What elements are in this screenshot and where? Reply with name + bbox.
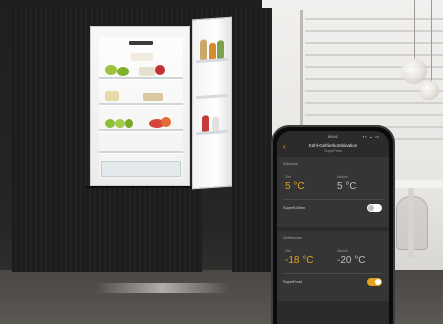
glass-shelf <box>99 103 183 105</box>
toggle-knob <box>368 205 374 211</box>
status-time: 09:41 <box>327 134 339 139</box>
bottle <box>212 116 219 131</box>
bottle <box>200 39 207 60</box>
current-label: Aktuell <box>337 175 348 179</box>
bottle <box>209 42 216 60</box>
fridge-interior <box>90 26 190 186</box>
blind-slat <box>305 30 443 32</box>
glass-shelf <box>99 129 183 131</box>
cabinet-left <box>12 8 88 272</box>
door-shelf <box>196 93 228 100</box>
superkuehlen-label: SuperKühlen <box>283 206 305 210</box>
fridge-display <box>129 41 153 45</box>
blind-slat <box>305 114 443 116</box>
divider <box>283 199 383 200</box>
fridge-current-temp: 5 °C <box>337 181 357 192</box>
food-item <box>105 119 115 128</box>
floor-light <box>95 283 230 293</box>
glass-shelf <box>99 77 183 79</box>
crisper-drawer <box>101 161 181 177</box>
blind-slat <box>305 102 443 104</box>
drawer-gap <box>86 186 202 188</box>
dining-table <box>392 180 443 188</box>
food-item <box>161 117 171 127</box>
freezer-zone-section: Gefrierzone Ziel Aktuell -18 °C -20 °C S… <box>277 231 389 301</box>
divider <box>283 273 383 274</box>
appliance-subtitle: SuperFrost <box>324 149 342 153</box>
status-icons: ▪▪ ◒ ▭ <box>362 134 380 139</box>
pendant-lamp <box>401 58 427 84</box>
food-item <box>105 65 117 75</box>
food-item <box>139 67 155 76</box>
table-leg <box>408 188 414 258</box>
target-label: Ziel <box>285 249 291 253</box>
pendant-cord <box>414 0 415 60</box>
appliance-title: Kühl-Gefrierkombination <box>308 143 358 148</box>
toggle-knob <box>375 279 381 285</box>
food-item <box>155 65 165 75</box>
freezer-drawer <box>86 188 202 272</box>
freezer-current-temp: -20 °C <box>337 255 366 266</box>
blind-slat <box>305 54 443 56</box>
fridge-target-temp[interactable]: 5 °C <box>285 182 305 192</box>
bottle <box>217 40 224 59</box>
kitchen-scene: 09:41 ▪▪ ◒ ▭ ‹ Kühl-Gefrierkombination S… <box>0 0 443 324</box>
freezer-target-temp[interactable]: -18 °C <box>285 256 313 266</box>
food-item <box>131 53 153 61</box>
current-label: Aktuell <box>337 249 348 253</box>
food-item <box>105 91 119 101</box>
food-item <box>117 67 129 76</box>
app-screen: 09:41 ▪▪ ◒ ▭ ‹ Kühl-Gefrierkombination S… <box>277 131 389 324</box>
food-item <box>143 93 163 101</box>
freezer-zone-label: Gefrierzone <box>283 236 302 240</box>
superfrost-toggle[interactable] <box>367 278 382 286</box>
fridge-zone-section: Kühlzone Ziel Aktuell 5 °C 5 °C SuperKüh… <box>277 157 389 227</box>
glass-shelf <box>99 151 183 153</box>
cabinet-right <box>232 8 272 272</box>
blind-slat <box>305 18 443 20</box>
smartphone: 09:41 ▪▪ ◒ ▭ ‹ Kühl-Gefrierkombination S… <box>271 125 395 324</box>
food-item <box>115 119 125 128</box>
pendant-cord <box>431 0 432 82</box>
superkuehlen-toggle[interactable] <box>367 204 382 212</box>
fridge-door <box>192 16 232 190</box>
target-label: Ziel <box>285 175 291 179</box>
food-item <box>125 119 133 128</box>
bottle <box>202 115 209 132</box>
blind-slat <box>305 42 443 44</box>
pendant-lamp <box>419 80 439 100</box>
fridge-zone-label: Kühlzone <box>283 162 298 166</box>
superfrost-label: SuperFrost <box>283 280 302 284</box>
